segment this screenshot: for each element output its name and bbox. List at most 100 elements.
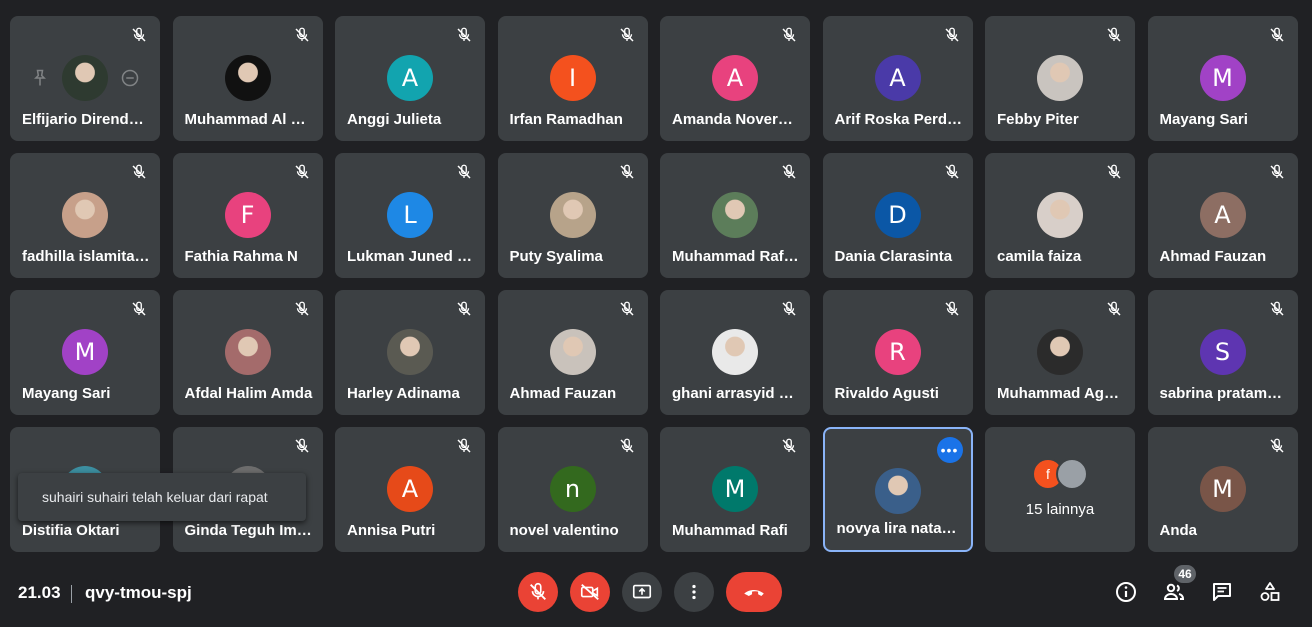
participant-name: Muhammad Ag… xyxy=(997,385,1119,402)
profile-photo xyxy=(1037,55,1083,101)
participant-tile[interactable]: Muhammad Raf… xyxy=(660,153,810,278)
muted-indicator xyxy=(130,163,148,181)
initial-avatar: A xyxy=(387,55,433,101)
pin-icon[interactable] xyxy=(30,68,50,88)
muted-indicator xyxy=(455,26,473,44)
participant-tile[interactable]: A Amanda Noverd… xyxy=(660,16,810,141)
mic-off-icon xyxy=(619,438,634,453)
participant-name: Ahmad Fauzan xyxy=(1159,248,1267,265)
chat-button[interactable] xyxy=(1210,580,1234,604)
others-tile[interactable]: f 15 lainnya xyxy=(985,427,1135,552)
initial-avatar: L xyxy=(387,192,433,238)
profile-photo xyxy=(62,192,108,238)
people-icon xyxy=(1163,583,1185,600)
participant-name: Dania Clarasinta xyxy=(834,248,953,265)
participant-tile[interactable]: Harley Adinama xyxy=(335,290,485,415)
participant-tile[interactable]: camila faiza xyxy=(985,153,1135,278)
muted-indicator xyxy=(618,437,636,455)
participant-tile[interactable]: Puty Syalima xyxy=(497,153,648,278)
initial-avatar: R xyxy=(874,329,921,375)
initial-avatar: D xyxy=(874,192,921,238)
mic-off-icon xyxy=(1269,164,1284,179)
mic-off-icon xyxy=(1107,301,1121,316)
mic-off-icon xyxy=(132,301,146,316)
muted-indicator xyxy=(1105,163,1123,181)
participant-tile[interactable]: A Annisa Putri xyxy=(335,427,485,552)
present-screen-button[interactable] xyxy=(622,572,662,612)
mic-off-icon xyxy=(294,27,309,42)
profile-photo xyxy=(62,55,108,101)
participant-tile[interactable]: M Anda xyxy=(1147,427,1298,552)
participant-name: Anda xyxy=(1159,522,1198,539)
participant-tile[interactable]: ••• novya lira natas… xyxy=(822,427,973,552)
participant-name: Muhammad Rafi xyxy=(672,522,788,539)
activities-icon xyxy=(1260,582,1280,601)
leave-call-button[interactable] xyxy=(726,572,782,612)
activities-button[interactable] xyxy=(1258,580,1282,604)
participant-tile[interactable]: A Ahmad Fauzan xyxy=(1147,153,1298,278)
participant-name: ghani arrasyid z… xyxy=(672,385,800,402)
mic-off-icon xyxy=(944,301,959,316)
tile-more-button[interactable]: ••• xyxy=(936,437,963,463)
participant-tile[interactable]: Ssabrina pratam… xyxy=(1147,290,1298,415)
mic-off-icon xyxy=(619,164,634,179)
muted-indicator xyxy=(455,163,473,181)
remove-icon[interactable] xyxy=(120,68,140,88)
participant-tile[interactable]: Muhammad Al … xyxy=(172,16,323,141)
participant-name: Afdal Halim Amda xyxy=(184,385,313,402)
initial-avatar: F xyxy=(224,192,271,238)
participant-tile[interactable]: A Arif Roska Perd… xyxy=(822,16,973,141)
participant-name: Puty Syalima xyxy=(509,248,603,265)
mic-toggle-button[interactable] xyxy=(518,572,558,612)
participant-tile[interactable]: Febby Piter xyxy=(985,16,1135,141)
muted-indicator xyxy=(780,437,798,455)
more-options-button[interactable] xyxy=(674,572,714,612)
present-icon xyxy=(632,584,652,599)
participant-tile[interactable]: fadhilla islamita … xyxy=(10,153,160,278)
profile-photo xyxy=(712,192,758,238)
participant-tile[interactable]: Afdal Halim Amda xyxy=(172,290,323,415)
initial-avatar: A xyxy=(387,466,433,512)
participant-tile[interactable]: F Fathia Rahma N xyxy=(172,153,323,278)
participant-tile[interactable]: M Mayang Sari xyxy=(10,290,160,415)
participant-tile[interactable]: Ahmad Fauzan xyxy=(497,290,648,415)
mic-off-icon xyxy=(1107,164,1121,179)
participant-name: Harley Adinama xyxy=(347,385,460,402)
participant-name: Distifia Oktari xyxy=(22,522,120,539)
participant-tile[interactable]: I Irfan Ramadhan xyxy=(497,16,648,141)
participant-tile[interactable]: A Anggi Julieta xyxy=(335,16,485,141)
participant-tile[interactable]: n novel valentino xyxy=(497,427,648,552)
muted-indicator xyxy=(943,26,961,44)
participant-tile[interactable]: D Dania Clarasinta xyxy=(822,153,973,278)
participant-name: novel valentino xyxy=(509,522,619,539)
meeting-code[interactable]: qvy-tmou-spj xyxy=(85,583,192,603)
camera-toggle-button[interactable] xyxy=(570,572,610,612)
muted-indicator xyxy=(455,300,473,318)
profile-photo xyxy=(224,55,271,101)
mic-off-icon xyxy=(944,27,959,42)
mic-off-icon xyxy=(457,301,471,316)
participants-button[interactable] xyxy=(1162,580,1186,604)
muted-indicator xyxy=(618,300,636,318)
participant-tile[interactable]: M Mayang Sari xyxy=(1147,16,1298,141)
others-avatar-stack: f xyxy=(1032,458,1088,490)
initial-avatar: M xyxy=(1199,466,1246,512)
muted-indicator xyxy=(1105,26,1123,44)
meeting-time: 21.03 xyxy=(18,583,61,602)
mic-off-icon xyxy=(294,164,309,179)
mic-off-icon xyxy=(1107,27,1121,42)
initial-avatar: S xyxy=(1199,329,1246,375)
mic-off-icon xyxy=(782,438,796,453)
participant-tile[interactable]: Muhammad Ag… xyxy=(985,290,1135,415)
participant-tile[interactable]: L Lukman Juned … xyxy=(335,153,485,278)
muted-indicator xyxy=(1268,163,1286,181)
participant-name: Lukman Juned … xyxy=(347,248,473,265)
participant-tile[interactable]: R Rivaldo Agusti xyxy=(822,290,973,415)
participant-tile[interactable]: Elfijario Direnda… xyxy=(10,16,160,141)
mic-off-icon xyxy=(132,27,146,42)
participant-tile[interactable]: ghani arrasyid z… xyxy=(660,290,810,415)
participant-tile[interactable]: M Muhammad Rafi xyxy=(660,427,810,552)
participant-name: Irfan Ramadhan xyxy=(509,111,623,128)
participant-name: Mayang Sari xyxy=(1159,111,1248,128)
meeting-details-button[interactable] xyxy=(1114,580,1138,604)
